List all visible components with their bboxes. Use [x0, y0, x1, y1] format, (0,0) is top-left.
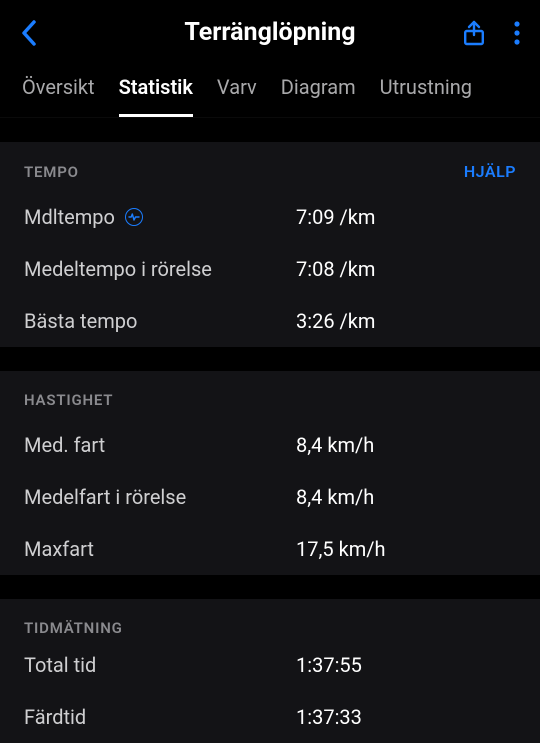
more-icon[interactable] — [514, 20, 520, 46]
stat-row: Total tid 1:37:55 — [0, 639, 540, 691]
section-tidmatning: TIDMÄTNING Total tid 1:37:55 Färdtid 1:3… — [0, 599, 540, 743]
row-label: Färdtid — [24, 705, 296, 729]
stat-row: Mdltempo 7:09 /km — [0, 191, 540, 243]
tab-utrustning[interactable]: Utrustning — [380, 75, 472, 117]
header-right — [420, 20, 520, 46]
stat-row: Maxfart 17,5 km/h — [0, 523, 540, 575]
row-value: 1:37:33 — [296, 705, 516, 729]
tab-statistik[interactable]: Statistik — [119, 75, 193, 117]
tab-oversikt[interactable]: Översikt — [22, 75, 95, 117]
section-title-hastighet: HASTIGHET — [24, 391, 113, 409]
help-link[interactable]: HJÄLP — [464, 162, 516, 181]
page-title: Terränglöpning — [120, 18, 420, 47]
row-value: 7:08 /km — [296, 257, 516, 281]
stat-row: Med. fart 8,4 km/h — [0, 419, 540, 471]
row-value: 8,4 km/h — [296, 485, 516, 509]
app-header: Terränglöpning — [0, 0, 540, 65]
section-hastighet: HASTIGHET Med. fart 8,4 km/h Medelfart i… — [0, 371, 540, 575]
row-label: Med. fart — [24, 433, 296, 457]
row-label-text: Mdltempo — [24, 205, 115, 229]
row-label: Mdltempo — [24, 205, 296, 229]
stat-row: Medelfart i rörelse 8,4 km/h — [0, 471, 540, 523]
row-value: 3:26 /km — [296, 309, 516, 333]
pulse-icon — [125, 208, 143, 226]
row-value: 7:09 /km — [296, 205, 516, 229]
tab-diagram[interactable]: Diagram — [281, 75, 356, 117]
content: TEMPO HJÄLP Mdltempo 7:09 /km Medeltempo… — [0, 118, 540, 743]
stat-row: Färdtid 1:37:33 — [0, 691, 540, 743]
row-value: 1:37:55 — [296, 653, 516, 677]
stat-row: Medeltempo i rörelse 7:08 /km — [0, 243, 540, 295]
header-left — [20, 19, 120, 47]
row-label: Medelfart i rörelse — [24, 485, 296, 509]
stat-row: Bästa tempo 3:26 /km — [0, 295, 540, 347]
section-title-tempo: TEMPO — [24, 163, 79, 181]
back-icon[interactable] — [20, 19, 38, 47]
tabs: Översikt Statistik Varv Diagram Utrustni… — [0, 65, 540, 118]
section-tempo: TEMPO HJÄLP Mdltempo 7:09 /km Medeltempo… — [0, 142, 540, 347]
section-title-tidmatning: TIDMÄTNING — [24, 619, 123, 637]
row-label: Maxfart — [24, 537, 296, 561]
tab-varv[interactable]: Varv — [217, 75, 257, 117]
row-value: 8,4 km/h — [296, 433, 516, 457]
row-value: 17,5 km/h — [296, 537, 516, 561]
row-label: Medeltempo i rörelse — [24, 257, 296, 281]
row-label: Total tid — [24, 653, 296, 677]
share-icon[interactable] — [462, 20, 486, 46]
row-label: Bästa tempo — [24, 309, 296, 333]
